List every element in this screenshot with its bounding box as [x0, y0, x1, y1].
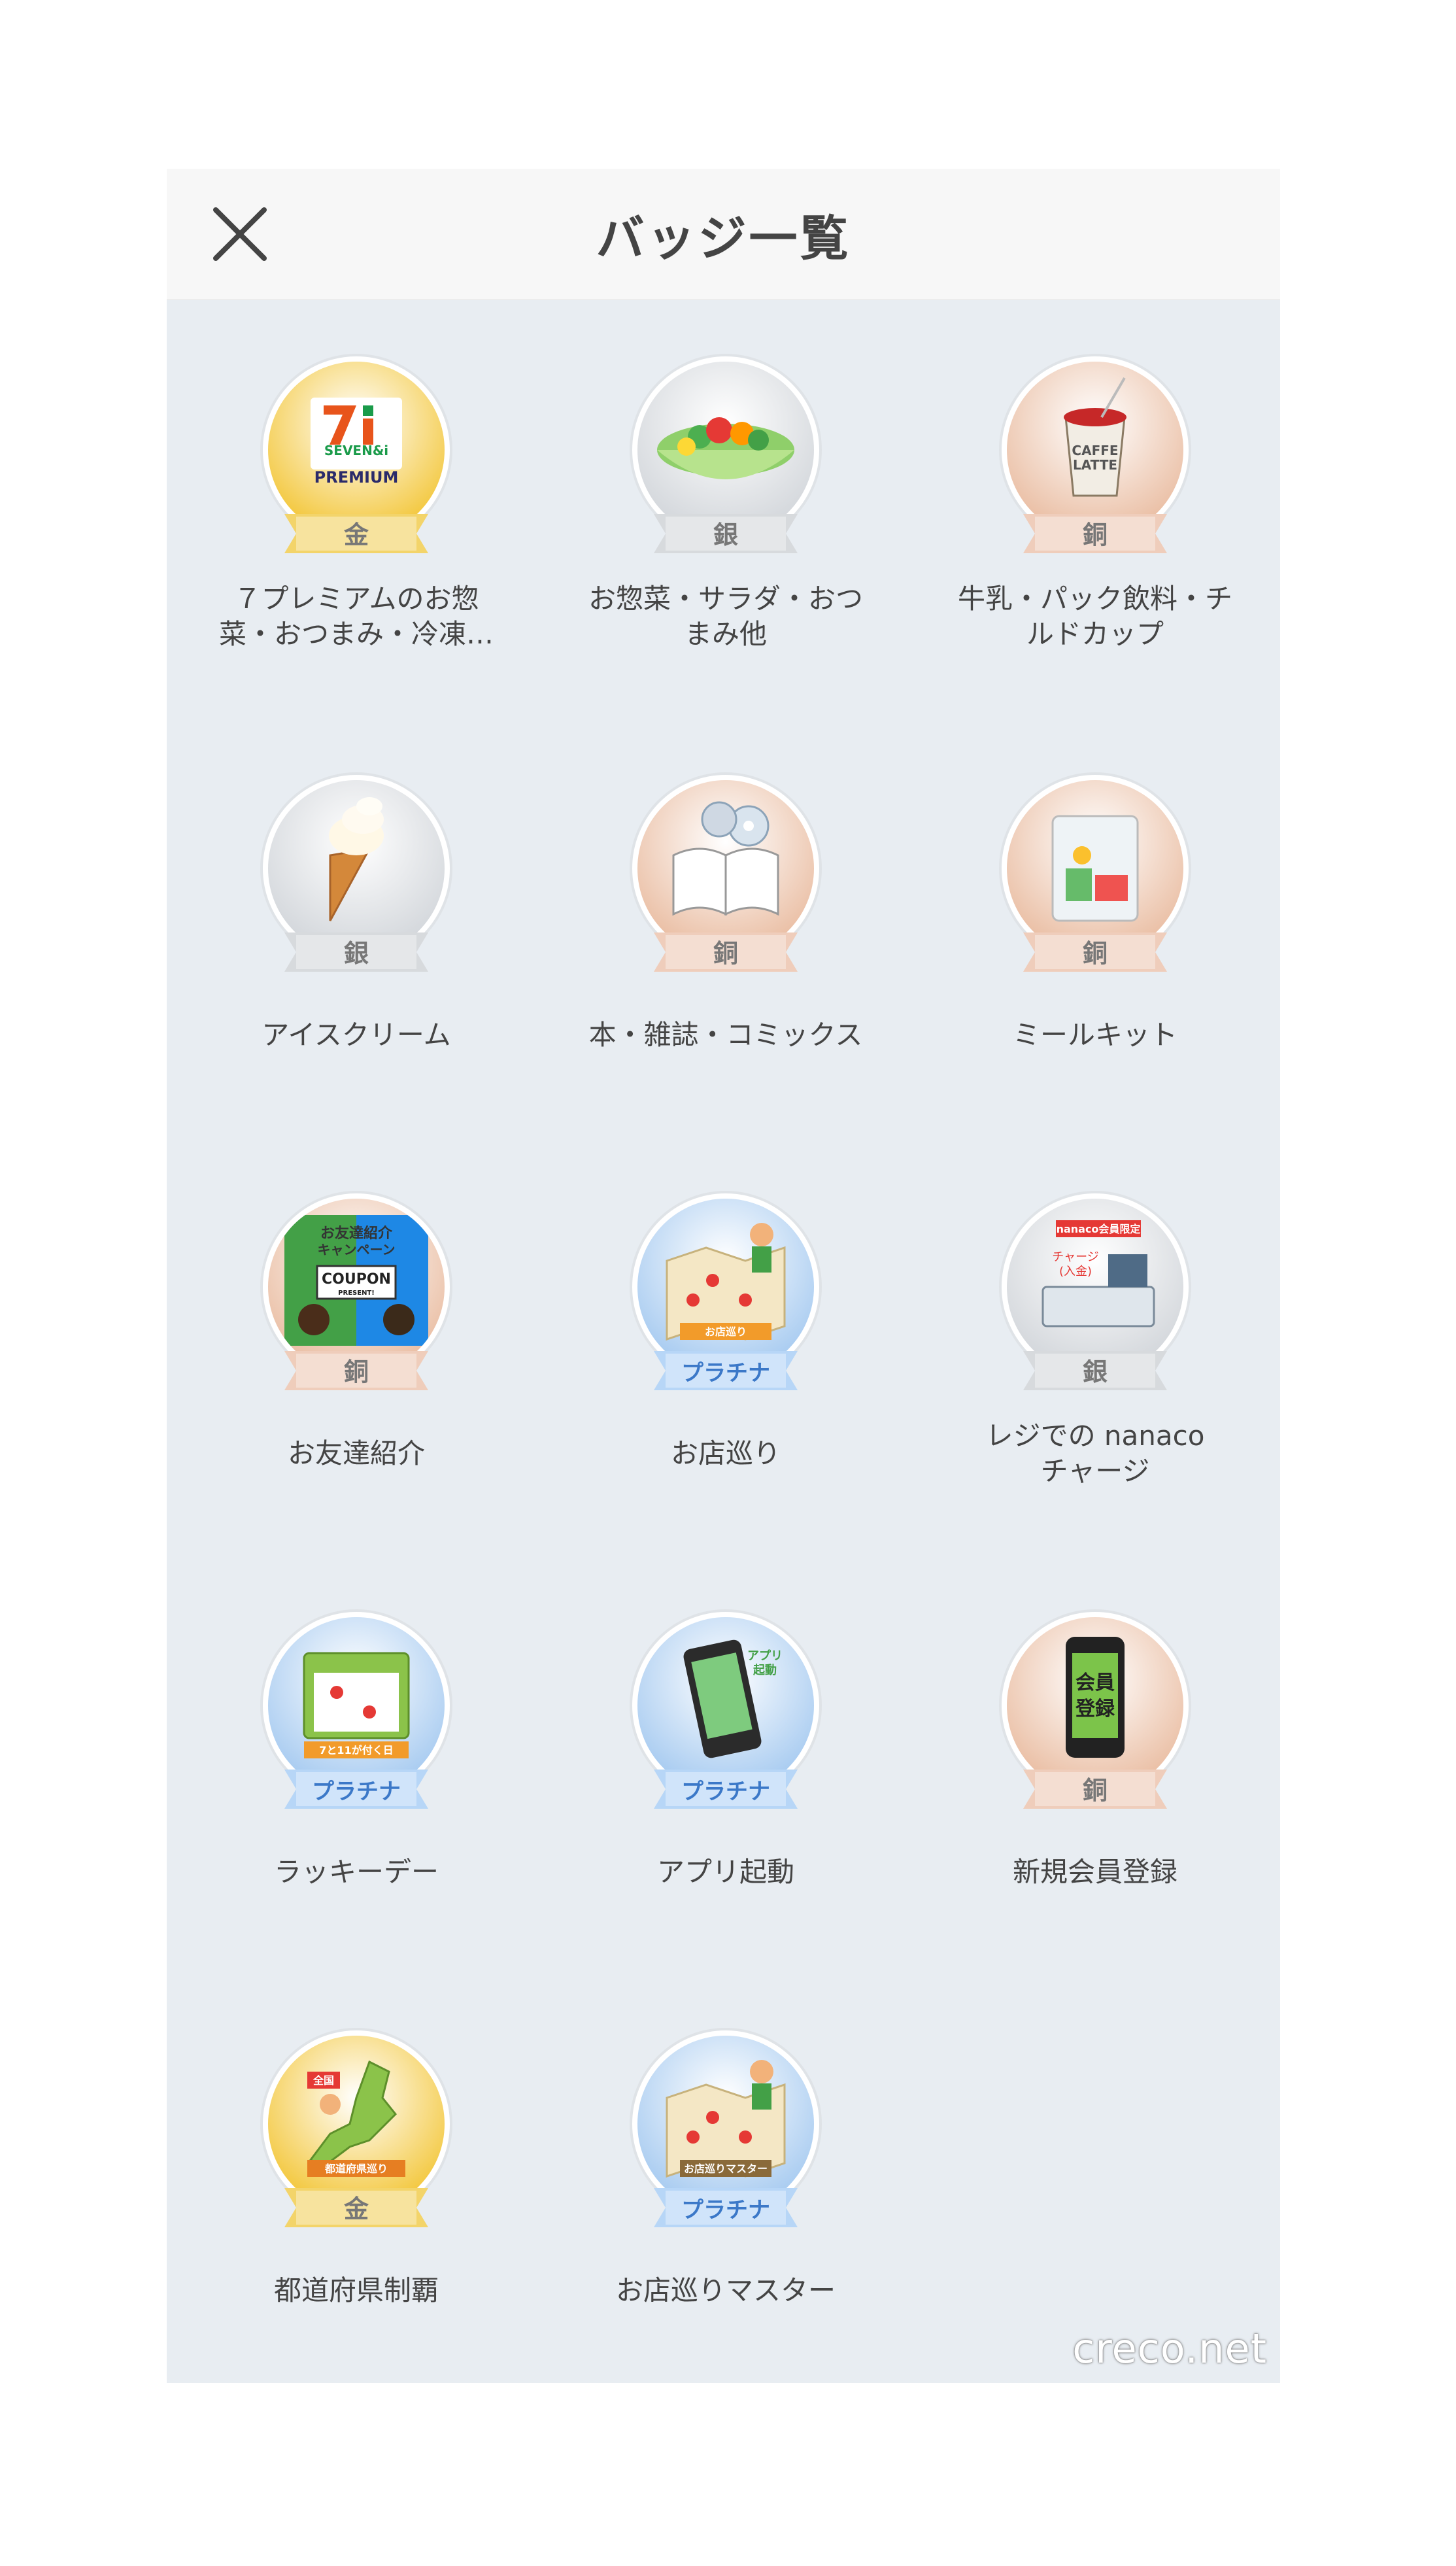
- calendar-icon: 7と11が付く日 プラチナ: [260, 1609, 452, 1809]
- logo-text: 都道府県巡り: [324, 2163, 388, 2175]
- badge-item[interactable]: nanaco会員限定 チャージ (入金) 銀 レジでの nanaco チャージ: [919, 1150, 1272, 1503]
- badge-rank: 銀: [713, 521, 738, 549]
- badge-medal: お店巡りマスター プラチナ: [628, 2026, 824, 2248]
- badge-medal: SEVEN&i PREMIUM 金: [258, 352, 454, 574]
- cash-register-icon: nanaco会員限定 チャージ (入金) 銀: [999, 1191, 1191, 1390]
- badge-list-screen: バッジ一覧 SEVEN&i PREMIUM 金 ７プレミアムのお惣 菜・おつまみ…: [167, 169, 1280, 2383]
- badge-item[interactable]: 7と11が付く日 プラチナ ラッキーデー: [180, 1568, 533, 1921]
- badge-rank: 銅: [344, 1358, 369, 1386]
- logo-text: LATTE: [1073, 457, 1117, 473]
- badge-item[interactable]: アプリ 起動 プラチナ アプリ起動: [549, 1568, 902, 1921]
- logo-text: お店巡りマスター: [684, 2163, 768, 2175]
- badge-item[interactable]: SEVEN&i PREMIUM 金 ７プレミアムのお惣 菜・おつまみ・冷凍…: [180, 313, 533, 666]
- japan-map-icon: 全国 都道府県巡り 金: [260, 2028, 452, 2227]
- badge-rank: 金: [343, 2195, 369, 2223]
- store-map-icon: お店巡り プラチナ: [630, 1191, 822, 1390]
- logo-text: nanaco会員限定: [1057, 1223, 1141, 1235]
- badge-item[interactable]: 銀 お惣菜・サラダ・おつ まみ他: [549, 313, 902, 666]
- badge-rank: プラチナ: [312, 1779, 401, 1805]
- badge-label: お店巡りマスター: [615, 2274, 836, 2306]
- badge-rank: プラチナ: [681, 1779, 770, 1805]
- badge-medal: 全国 都道府県巡り 金: [258, 2026, 454, 2248]
- badge-label: 都道府県制覇: [273, 2274, 439, 2306]
- book-and-disc-icon: 銅: [630, 772, 822, 972]
- badge-medal: 銅: [628, 770, 824, 993]
- friend-referral-coupon-icon: お友達紹介 キャンペーン COUPON PRESENT! 銅: [260, 1191, 452, 1390]
- salad-bowl-icon: 銀: [630, 354, 822, 553]
- meal-kit-bag-icon: 銅: [999, 772, 1191, 972]
- badge-label: お店巡り: [670, 1437, 781, 1469]
- ice-cream-cone-icon: 銀: [260, 772, 452, 972]
- badge-medal: 会員 登録 銅: [997, 1607, 1193, 1830]
- badge-rank: 銀: [344, 939, 369, 968]
- store-map-master-icon: お店巡りマスター プラチナ: [630, 2028, 822, 2227]
- badge-rank: 銅: [1083, 939, 1108, 968]
- badge-rank: 金: [343, 521, 369, 549]
- badge-item[interactable]: 銅 本・雑誌・コミックス: [549, 731, 902, 1084]
- badge-medal: 銀: [628, 352, 824, 574]
- badge-rank: プラチナ: [681, 1360, 770, 1386]
- logo-text: (入金): [1059, 1265, 1092, 1278]
- badge-medal: nanaco会員限定 チャージ (入金) 銀: [997, 1189, 1193, 1411]
- badge-label: ７プレミアムのお惣 菜・おつまみ・冷凍…: [218, 583, 494, 650]
- badge-label: お友達紹介: [287, 1437, 425, 1469]
- logo-text: アプリ: [747, 1649, 783, 1663]
- badge-medal: お友達紹介 キャンペーン COUPON PRESENT! 銅: [258, 1189, 454, 1411]
- header-bar: バッジ一覧: [167, 169, 1280, 300]
- logo-text: CAFFE: [1072, 443, 1118, 458]
- badge-label: ミールキット: [1012, 1019, 1177, 1051]
- badge-rank: 銅: [713, 939, 738, 968]
- logo-text: お友達紹介: [320, 1225, 393, 1242]
- badge-medal: 銅: [997, 770, 1193, 993]
- badge-item[interactable]: お店巡りマスター プラチナ お店巡りマスター: [549, 1987, 902, 2340]
- badge-rank: 銀: [1083, 1358, 1108, 1386]
- badge-item[interactable]: 会員 登録 銅 新規会員登録: [919, 1568, 1272, 1921]
- logo-text: SEVEN&i: [324, 443, 388, 458]
- caffe-latte-cup-icon: CAFFE LATTE 銅: [999, 354, 1191, 553]
- badge-rank: プラチナ: [681, 2197, 770, 2223]
- logo-text: キャンペーン: [318, 1242, 396, 1257]
- badge-medal: お店巡り プラチナ: [628, 1189, 824, 1411]
- badge-item[interactable]: お友達紹介 キャンペーン COUPON PRESENT! 銅 お友達紹介: [180, 1150, 533, 1503]
- page-title: バッジ一覧: [596, 210, 851, 267]
- logo-text: PRESENT!: [338, 1290, 375, 1297]
- logo-text: 起動: [753, 1663, 777, 1677]
- badge-label: 本・雑誌・コミックス: [588, 1019, 863, 1051]
- logo-text: 7と11が付く日: [319, 1744, 393, 1756]
- badge-item[interactable]: 全国 都道府県巡り 金 都道府県制覇: [180, 1987, 533, 2340]
- badge-label: レジでの nanaco チャージ: [985, 1420, 1205, 1487]
- badge-medal: 銀: [258, 770, 454, 993]
- smartphone-app-icon: アプリ 起動 プラチナ: [630, 1609, 822, 1809]
- logo-text: お店巡り: [705, 1326, 747, 1338]
- badge-item[interactable]: お店巡り プラチナ お店巡り: [549, 1150, 902, 1503]
- badge-label: 新規会員登録: [1012, 1856, 1177, 1888]
- badge-label: 牛乳・パック飲料・チ ルドカップ: [957, 583, 1232, 650]
- badge-label: アプリ起動: [656, 1856, 794, 1888]
- watermark: creco.net: [1072, 2325, 1267, 2372]
- logo-text: 全国: [313, 2074, 334, 2087]
- logo-text: 会員: [1075, 1671, 1115, 1694]
- badge-label: ラッキーデー: [273, 1856, 439, 1888]
- badge-medal: CAFFE LATTE 銅: [997, 352, 1193, 574]
- badge-item[interactable]: 銀 アイスクリーム: [180, 731, 533, 1084]
- logo-text: COUPON: [322, 1271, 391, 1288]
- badge-label: アイスクリーム: [262, 1019, 451, 1051]
- badge-rank: 銅: [1083, 1776, 1108, 1805]
- badge-medal: アプリ 起動 プラチナ: [628, 1607, 824, 1830]
- badge-label: お惣菜・サラダ・おつ まみ他: [588, 583, 863, 650]
- badge-rank: 銅: [1083, 521, 1108, 549]
- logo-text: チャージ: [1052, 1250, 1098, 1264]
- seven-premium-logo-icon: SEVEN&i PREMIUM 金: [260, 354, 452, 553]
- badge-item[interactable]: CAFFE LATTE 銅 牛乳・パック飲料・チ ルドカップ: [919, 313, 1272, 666]
- badge-medal: 7と11が付く日 プラチナ: [258, 1607, 454, 1830]
- logo-text: 登録: [1075, 1698, 1115, 1720]
- logo-text: PREMIUM: [314, 468, 399, 487]
- phone-registration-icon: 会員 登録 銅: [999, 1609, 1191, 1809]
- badge-item[interactable]: 銅 ミールキット: [919, 731, 1272, 1084]
